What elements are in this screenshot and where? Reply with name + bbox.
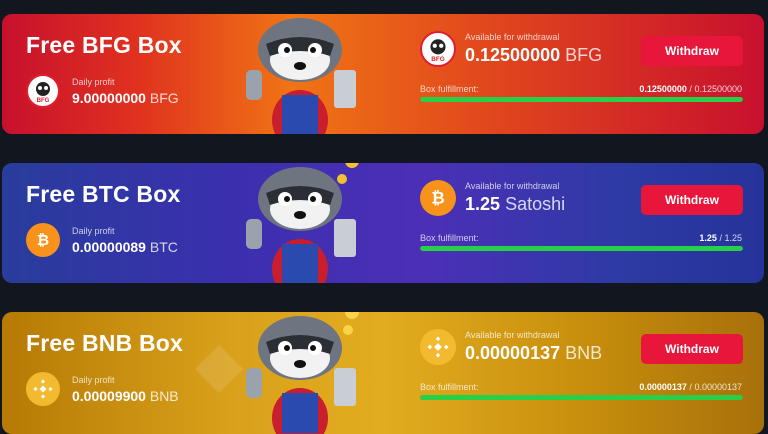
progress-fill bbox=[420, 246, 743, 251]
fulfillment-progress-bar bbox=[420, 97, 743, 102]
bfg-box-card: Free BFG Box BFG Daily profit 9.00000000… bbox=[2, 14, 764, 134]
withdraw-button[interactable]: Withdraw bbox=[641, 334, 743, 364]
fulfillment-progress-bar bbox=[420, 395, 743, 400]
bfg-logo-text: BFG bbox=[37, 98, 50, 104]
daily-profit-value: 0.00009900 BNB bbox=[72, 388, 179, 404]
daily-profit-value: 0.00000089 BTC bbox=[72, 239, 178, 255]
box-title: Free BNB Box bbox=[26, 330, 184, 356]
bitcoin-icon: ₿ bbox=[26, 223, 60, 257]
daily-profit-label: Daily profit bbox=[72, 77, 115, 87]
fulfillment-value: 0.12500000 / 0.12500000 bbox=[639, 84, 742, 94]
available-label: Available for withdrawal bbox=[465, 181, 560, 191]
btc-box-card: Free BTC Box ₿ Daily profit 0.00000089 B… bbox=[2, 163, 764, 283]
bfg-logo-icon: BFG bbox=[420, 31, 456, 67]
daily-profit-label: Daily profit bbox=[72, 375, 115, 385]
raccoon-mascot-icon bbox=[246, 312, 359, 434]
fulfillment-value: 1.25 / 1.25 bbox=[699, 233, 742, 243]
bitcoin-icon: ₿ bbox=[420, 180, 456, 216]
bnb-icon bbox=[26, 372, 60, 406]
bnb-icon bbox=[420, 329, 456, 365]
raccoon-mascot-icon bbox=[246, 18, 356, 134]
box-title: Free BFG Box bbox=[26, 32, 182, 58]
available-label: Available for withdrawal bbox=[465, 32, 560, 42]
withdraw-button[interactable]: Withdraw bbox=[641, 36, 743, 66]
box-title: Free BTC Box bbox=[26, 181, 181, 207]
fulfillment-label: Box fulfillment: bbox=[420, 233, 479, 243]
available-value: 1.25 Satoshi bbox=[465, 194, 566, 214]
daily-profit-value: 9.00000000 BFG bbox=[72, 90, 179, 106]
bfg-logo-text: BFG bbox=[431, 56, 445, 63]
fulfillment-value: 0.00000137 / 0.00000137 bbox=[639, 382, 742, 392]
svg-text:₿: ₿ bbox=[37, 231, 49, 249]
fulfillment-progress-bar bbox=[420, 246, 743, 251]
raccoon-mascot-icon bbox=[246, 163, 359, 283]
available-value: 0.12500000 BFG bbox=[465, 45, 603, 65]
withdraw-button[interactable]: Withdraw bbox=[641, 185, 743, 215]
progress-fill bbox=[420, 97, 743, 102]
svg-text:₿: ₿ bbox=[431, 189, 444, 208]
fulfillment-label: Box fulfillment: bbox=[420, 382, 479, 392]
available-label: Available for withdrawal bbox=[465, 330, 560, 340]
progress-fill bbox=[420, 395, 743, 400]
fulfillment-label: Box fulfillment: bbox=[420, 84, 479, 94]
bnb-box-card: Free BNB Box Daily profit 0.00009900 BNB… bbox=[2, 312, 764, 434]
available-value: 0.00000137 BNB bbox=[465, 343, 603, 363]
bfg-logo-icon: BFG bbox=[26, 74, 60, 108]
daily-profit-label: Daily profit bbox=[72, 226, 115, 236]
